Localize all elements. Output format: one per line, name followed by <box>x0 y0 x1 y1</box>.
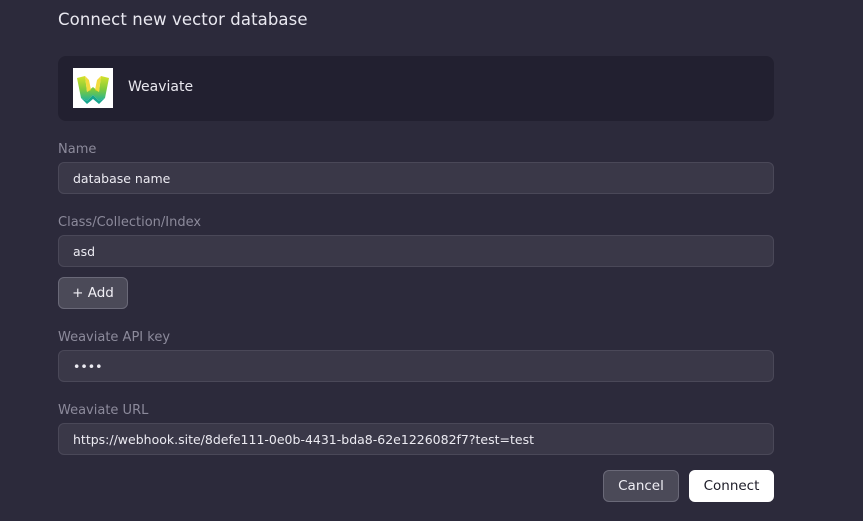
name-label: Name <box>58 142 97 157</box>
connect-button[interactable]: Connect <box>689 470 774 502</box>
provider-name: Weaviate <box>128 79 194 95</box>
name-input[interactable] <box>58 162 774 194</box>
cancel-button[interactable]: Cancel <box>603 470 679 502</box>
class-input[interactable] <box>58 235 774 267</box>
api-key-label: Weaviate API key <box>58 330 171 345</box>
url-input[interactable] <box>58 423 774 455</box>
connect-vector-db-dialog: Connect new vector database Weaviate Nam… <box>0 0 863 521</box>
url-label: Weaviate URL <box>58 403 149 418</box>
add-class-button[interactable]: + Add <box>58 277 128 309</box>
weaviate-logo-icon <box>73 68 113 108</box>
dialog-title: Connect new vector database <box>58 10 308 29</box>
api-key-input[interactable] <box>58 350 774 382</box>
class-label: Class/Collection/Index <box>58 215 202 230</box>
provider-card[interactable]: Weaviate <box>58 56 774 121</box>
